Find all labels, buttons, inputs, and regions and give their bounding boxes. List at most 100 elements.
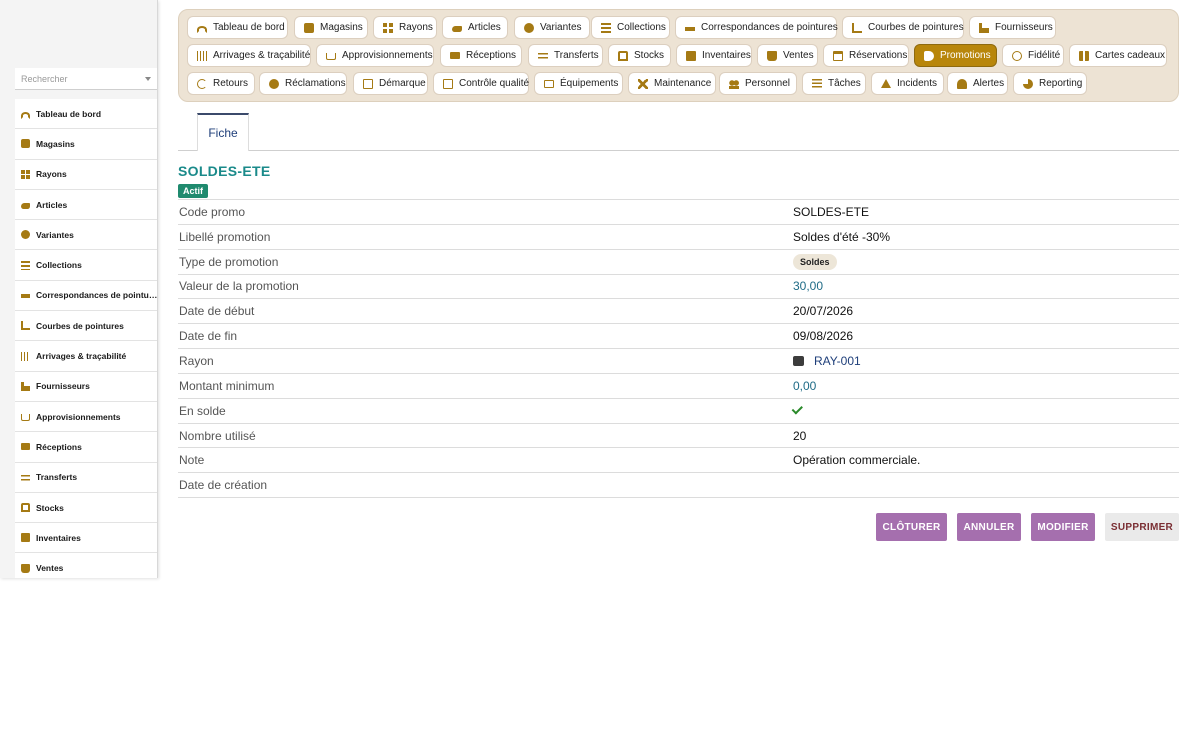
nav-chip-collections[interactable]: Collections: [591, 16, 670, 39]
edit-button[interactable]: MODIFIER: [1031, 513, 1095, 541]
sidebar-item-label: Magasins: [36, 138, 75, 149]
sidebar-item-arrivages-tracabilite[interactable]: Arrivages & traçabilité: [15, 341, 157, 372]
nav-chip-label: Approvisionnements: [342, 50, 433, 61]
factory-icon: [21, 381, 30, 391]
close-button[interactable]: CLÔTURER: [876, 513, 947, 541]
sidebar-item-transferts[interactable]: Transferts: [15, 463, 157, 493]
nav-chip-label: Variantes: [540, 22, 582, 33]
nav-chip-reporting[interactable]: Reporting: [1013, 72, 1087, 95]
grid-icon: [21, 169, 30, 179]
sidebar-item-correspondances-de-pointures[interactable]: Correspondances de pointures: [15, 281, 157, 312]
nav-chip-reservations[interactable]: Réservations: [823, 44, 909, 67]
sidebar-search-select[interactable]: Rechercher: [15, 68, 157, 90]
field-label: Nombre utilisé: [179, 428, 256, 443]
record-title: SOLDES-ETE: [178, 163, 271, 179]
field-label: Type de promotion: [179, 254, 279, 269]
tab-fiche[interactable]: Fiche: [197, 113, 249, 151]
gift-icon: [1079, 50, 1089, 61]
sidebar-item-inventaires[interactable]: Inventaires: [15, 523, 157, 554]
nav-chip-ventes[interactable]: Ventes: [757, 44, 818, 67]
nav-chip-approvisionnements[interactable]: Approvisionnements: [316, 44, 434, 67]
sidebar-item-approvisionnements[interactable]: Approvisionnements: [15, 402, 157, 433]
sidebar-item-label: Fournisseurs: [36, 381, 90, 392]
nav-chip-equipements[interactable]: Équipements: [534, 72, 623, 95]
sidebar-item-receptions[interactable]: Réceptions: [15, 432, 157, 463]
nav-chip-label: Réceptions: [466, 50, 517, 61]
sidebar-item-magasins[interactable]: Magasins: [15, 129, 157, 160]
nav-chip-tableau-de-bord[interactable]: Tableau de bord: [187, 16, 288, 39]
barcode-icon: [197, 50, 207, 61]
tag-icon: [924, 50, 934, 61]
nav-chip-stocks[interactable]: Stocks: [608, 44, 671, 67]
sidebar-item-label: Variantes: [36, 229, 74, 240]
nav-chip-personnel[interactable]: Personnel: [719, 72, 797, 95]
nav-chip-magasins[interactable]: Magasins: [294, 16, 368, 39]
sidebar-item-ventes[interactable]: Ventes: [15, 553, 157, 578]
chevron-down-icon[interactable]: [145, 76, 151, 81]
nav-chip-fournisseurs[interactable]: Fournisseurs: [969, 16, 1056, 39]
nav-chip-cartes-cadeaux[interactable]: Cartes cadeaux: [1069, 44, 1167, 67]
sidebar-item-courbes-de-pointures[interactable]: Courbes de pointures: [15, 311, 157, 342]
sidebar-item-tableau-de-bord[interactable]: Tableau de bord: [15, 99, 157, 130]
nav-chip-variantes[interactable]: Variantes: [514, 16, 590, 39]
rayon-link[interactable]: RAY-001: [814, 354, 861, 368]
field-value: 09/08/2026: [793, 329, 853, 343]
nav-chip-maintenance[interactable]: Maintenance: [628, 72, 716, 95]
nav-chip-fidelite[interactable]: Fidélité: [1002, 44, 1064, 67]
nav-chip-reclamations[interactable]: Réclamations: [259, 72, 347, 95]
sidebar-item-articles[interactable]: Articles: [15, 190, 157, 221]
field-value[interactable]: RAY-001: [793, 354, 861, 368]
nav-chip-label: Réclamations: [285, 78, 346, 89]
tools-icon: [638, 78, 648, 89]
field-value-text: 20: [793, 428, 807, 443]
nav-chip-alertes[interactable]: Alertes: [947, 72, 1008, 95]
nav-chip-courbes-de-pointures[interactable]: Courbes de pointures: [842, 16, 964, 39]
nav-chip-label: Équipements: [560, 78, 619, 89]
sidebar-item-rayons[interactable]: Rayons: [15, 160, 157, 190]
field-row-nombre-utilise: Nombre utilisé 20: [178, 424, 1179, 449]
rayon-icon: [793, 355, 804, 366]
field-row-date-de-creation: Date de création: [178, 473, 1179, 499]
nav-chip-correspondances-de-pointures[interactable]: Correspondances de pointures: [675, 16, 838, 39]
sidebar-item-label: Articles: [36, 199, 68, 210]
nav-chip-label: Correspondances de pointures: [701, 22, 838, 33]
sidebar-item-label: Ventes: [36, 563, 64, 574]
sidebar-item-fournisseurs[interactable]: Fournisseurs: [15, 372, 157, 402]
cancel-button[interactable]: ANNULER: [957, 513, 1021, 541]
delete-button[interactable]: SUPPRIMER: [1105, 513, 1179, 541]
field-value: Soldes d'été -30%: [793, 230, 890, 244]
nav-chip-rayons[interactable]: Rayons: [373, 16, 437, 39]
nav-chip-label: Collections: [617, 22, 666, 33]
sidebar-item-label: Rayons: [36, 169, 67, 180]
nav-chip-retours[interactable]: Retours: [187, 72, 255, 95]
sidebar-item-variantes[interactable]: Variantes: [15, 220, 157, 251]
nav-chip-promotions[interactable]: Promotions: [914, 44, 997, 67]
nav-chip-label: Tableau de bord: [213, 22, 285, 33]
field-row-type-de-promotion: Type de promotion Soldes: [178, 250, 1179, 275]
field-value: 30,00: [793, 279, 823, 293]
status-badge: Actif: [178, 184, 208, 198]
module-nav: Tableau de bord Magasins Rayons Articles Var…: [178, 9, 1179, 102]
nav-chip-demarque[interactable]: Démarque: [353, 72, 428, 95]
type-pill: Soldes: [793, 253, 837, 270]
warehouse-icon: [21, 503, 30, 512]
nav-chip-inventaires[interactable]: Inventaires: [676, 44, 752, 67]
nav-chip-arrivages-tracabilite[interactable]: Arrivages & traçabilité: [187, 44, 311, 67]
nav-chip-receptions[interactable]: Réceptions: [440, 44, 522, 67]
layers-icon: [21, 260, 30, 270]
file-icon: [363, 78, 373, 89]
nav-chip-articles[interactable]: Articles: [442, 16, 508, 39]
nav-chip-label: Maintenance: [654, 78, 712, 89]
nav-chip-controle-qualite[interactable]: Contrôle qualité: [433, 72, 529, 95]
field-row-montant-minimum: Montant minimum 0,00: [178, 374, 1179, 399]
field-label: Note: [179, 453, 205, 468]
field-value: 20: [793, 429, 806, 443]
nav-chip-transferts[interactable]: Transferts: [528, 44, 603, 67]
chart-icon: [852, 22, 862, 33]
sidebar-item-stocks[interactable]: Stocks: [15, 493, 157, 524]
field-value-text: 09/08/2026: [793, 329, 854, 344]
sidebar-item-collections[interactable]: Collections: [15, 250, 157, 281]
nav-chip-taches[interactable]: Tâches: [802, 72, 866, 95]
tab-bar: Fiche: [178, 113, 1179, 151]
nav-chip-incidents[interactable]: Incidents: [871, 72, 944, 95]
